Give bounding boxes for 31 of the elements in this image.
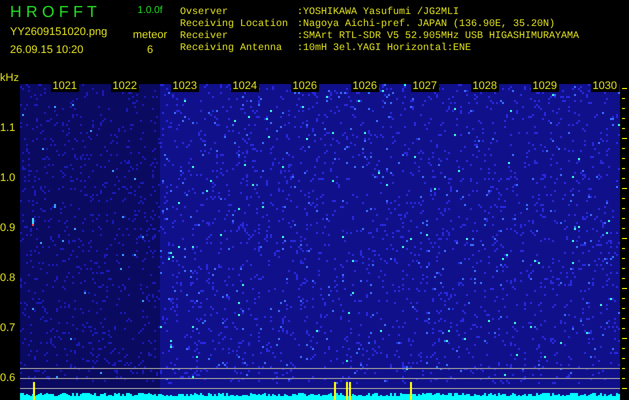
axis-unit-label: kHz <box>0 72 19 84</box>
axis-label: 1.0 <box>0 172 16 184</box>
field-label: Receiving Location <box>180 19 290 30</box>
field-value: :SMArt RTL-SDR V5 52.905MHz USB HIGASHIMURAYAMA <box>297 31 580 42</box>
mode-label: meteor <box>132 28 168 42</box>
frequency-label: 1023 <box>170 80 199 92</box>
field-value: :10mH 3el.YAGI Horizontal:ENE <box>297 43 472 55</box>
frequency-label: 1028 <box>470 80 499 92</box>
frequency-label: 1026 <box>350 80 379 92</box>
axis-label: 1.1 <box>0 122 16 134</box>
field-label: Ovserver <box>180 7 230 18</box>
field-value: :Nagoya Aichi-pref. JAPAN (136.90E, 35.20N) <box>297 19 556 31</box>
field-label: Receiver <box>180 31 230 42</box>
file-name: YY2609151020.png <box>10 25 108 39</box>
frequency-label: 1027 <box>410 80 439 92</box>
axis-label: 0.6 <box>0 372 16 384</box>
app-title: H R O F F T <box>10 3 98 23</box>
axis-label: 0.8 <box>0 272 16 284</box>
axis-label: 0.9 <box>0 222 16 234</box>
frequency-label: 1026 <box>290 80 319 92</box>
version-label: 1.0.0f <box>137 4 163 18</box>
meteor-count: 6 <box>146 43 154 57</box>
field-label: Receiving Antenna <box>180 43 284 55</box>
frequency-label: 1022 <box>110 80 139 92</box>
frequency-label: 1024 <box>230 80 259 92</box>
axis-label: 0.7 <box>0 322 16 334</box>
frequency-label: 1030 <box>590 80 619 92</box>
field-value: :YOSHIKAWA Yasufumi /JG2MLI <box>297 7 460 18</box>
frequency-label: 1029 <box>530 80 559 92</box>
date-time: 26.09.15 10:20 <box>10 43 84 57</box>
frequency-label: 1021 <box>50 80 79 92</box>
